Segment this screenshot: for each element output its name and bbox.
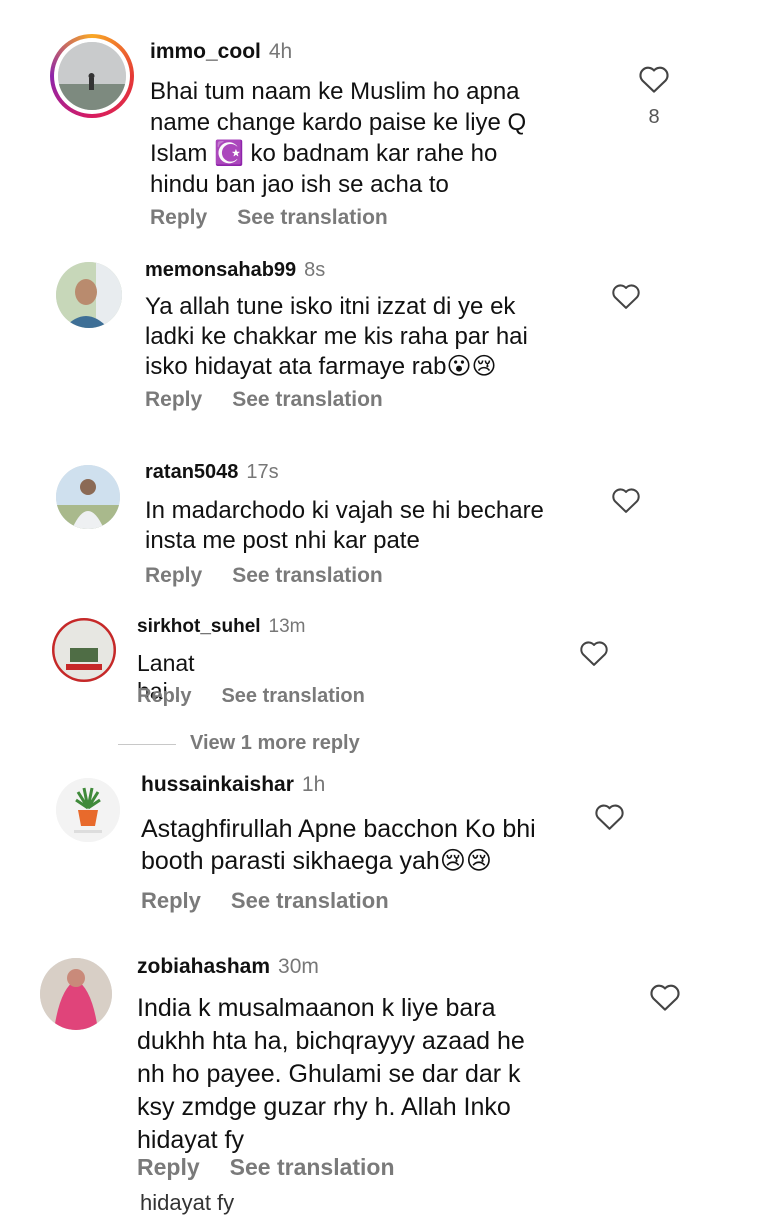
see-translation-button[interactable]: See translation bbox=[221, 685, 364, 707]
see-translation-button[interactable]: See translation bbox=[230, 1154, 395, 1180]
comment-actions: Reply See translation bbox=[141, 888, 389, 914]
like-button[interactable] bbox=[649, 982, 681, 1012]
avatar[interactable] bbox=[58, 42, 126, 110]
username-row: hussainkaishar 1h bbox=[141, 773, 325, 797]
like-button[interactable] bbox=[611, 282, 641, 310]
reply-button[interactable]: Reply bbox=[150, 206, 207, 229]
avatar-image bbox=[58, 42, 126, 110]
heart-outline-icon bbox=[595, 804, 624, 830]
timestamp: 17s bbox=[246, 461, 279, 483]
username-row: memonsahab99 8s bbox=[145, 259, 325, 282]
reply-button[interactable]: Reply bbox=[145, 388, 202, 411]
username[interactable]: hussainkaishar bbox=[141, 773, 294, 796]
see-translation-button[interactable]: See translation bbox=[232, 388, 383, 411]
avatar[interactable] bbox=[56, 465, 120, 529]
comment-actions: Reply See translation bbox=[145, 564, 383, 588]
reply-button[interactable]: Reply bbox=[137, 1154, 200, 1180]
like-button[interactable] bbox=[638, 64, 670, 94]
avatar-image bbox=[52, 618, 116, 682]
comment-actions: Reply See translation bbox=[145, 388, 383, 412]
see-translation-button[interactable]: See translation bbox=[232, 564, 383, 587]
comment-actions: Reply See translation bbox=[137, 1154, 395, 1181]
username[interactable]: memonsahab99 bbox=[145, 259, 296, 281]
timestamp: 8s bbox=[304, 259, 326, 281]
comment-text: Ya allah tune isko itni izzat di ye ek l… bbox=[145, 293, 528, 380]
see-translation-button[interactable]: See translation bbox=[231, 888, 389, 913]
avatar-image bbox=[40, 958, 112, 1030]
avatar-image bbox=[56, 262, 122, 328]
view-more-replies-button[interactable]: View 1 more reply bbox=[190, 732, 360, 755]
like-button[interactable] bbox=[579, 639, 609, 667]
username-row: immo_cool 4h bbox=[150, 40, 292, 64]
username-row: ratan5048 17s bbox=[145, 461, 279, 484]
heart-outline-icon bbox=[580, 641, 608, 666]
comment-actions: Reply See translation bbox=[150, 206, 388, 230]
reply-button[interactable]: Reply bbox=[145, 564, 202, 587]
timestamp: 4h bbox=[268, 40, 293, 63]
avatar[interactable] bbox=[56, 778, 120, 842]
heart-outline-icon bbox=[639, 66, 669, 93]
view-replies-divider bbox=[118, 744, 176, 745]
avatar-image bbox=[56, 778, 120, 842]
avatar[interactable] bbox=[56, 262, 122, 328]
username[interactable]: ratan5048 bbox=[145, 461, 238, 483]
like-count: 8 bbox=[648, 106, 660, 128]
username[interactable]: sirkhot_suhel bbox=[137, 616, 261, 637]
timestamp: 1h bbox=[301, 773, 326, 796]
reply-button[interactable]: Reply bbox=[137, 685, 191, 707]
heart-outline-icon bbox=[612, 284, 640, 309]
see-translation-button[interactable]: See translation bbox=[237, 206, 388, 229]
comment-actions: Reply See translation bbox=[137, 685, 365, 708]
comment-text: In madarchodo ki vajah se hi bechare ins… bbox=[145, 497, 544, 554]
like-button[interactable] bbox=[594, 802, 625, 831]
cutoff-next-comment-text: hidayat fy bbox=[140, 1190, 235, 1215]
comment-text: Bhai tum naam ke Muslim ho apna name cha… bbox=[150, 78, 527, 198]
like-button[interactable] bbox=[611, 486, 641, 514]
username[interactable]: zobiahasham bbox=[137, 955, 270, 978]
avatar-image bbox=[56, 465, 120, 529]
username-row: zobiahasham 30m bbox=[137, 955, 319, 979]
reply-button[interactable]: Reply bbox=[141, 888, 201, 913]
username-row: sirkhot_suhel 13m bbox=[137, 616, 306, 638]
avatar[interactable] bbox=[40, 958, 112, 1030]
avatar[interactable] bbox=[52, 618, 116, 682]
heart-outline-icon bbox=[612, 488, 640, 513]
username[interactable]: immo_cool bbox=[150, 40, 261, 63]
comment-text: India k musalmaanon k liye bara dukhh ht… bbox=[137, 994, 525, 1154]
timestamp: 30m bbox=[278, 955, 319, 978]
comment-text: Astaghfirullah Apne bacchon Ko bhi booth… bbox=[141, 815, 536, 875]
timestamp: 13m bbox=[268, 616, 306, 637]
heart-outline-icon bbox=[650, 984, 680, 1011]
